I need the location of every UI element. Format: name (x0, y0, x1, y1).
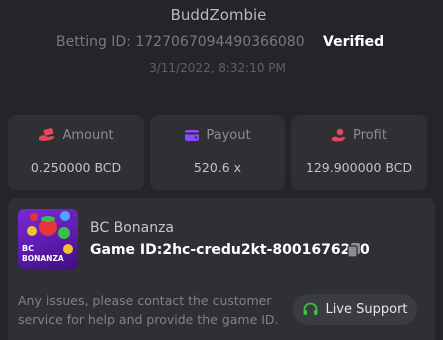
money-hand-icon (38, 128, 56, 146)
profit-hand-icon (331, 128, 347, 146)
game-card: BC BONANZA BC Bonanza Game ID:2hc-credu2… (8, 198, 435, 340)
payout-label: Payout (206, 128, 251, 143)
bet-details-page: BuddZombie Betting ID: 17270670944903660… (0, 0, 443, 340)
username: BuddZombie (170, 6, 267, 24)
game-name[interactable]: BC Bonanza (90, 220, 174, 236)
svg-text:BONANZA: BONANZA (22, 254, 64, 263)
amount-value: 0.250000 BCD (30, 160, 122, 175)
verified-badge: Verified (323, 34, 385, 50)
amount-label: Amount (62, 128, 114, 143)
betting-id-row: Betting ID: 1727067094490366080 Verified (56, 34, 384, 50)
svg-text:BC: BC (22, 244, 34, 253)
payout-card: Payout 520.6 x (150, 115, 285, 190)
headset-icon (302, 301, 319, 318)
live-support-label: Live Support (325, 302, 408, 317)
bet-timestamp: 3/11/2022, 8:32:10 PM (149, 61, 286, 75)
copy-icon[interactable] (347, 242, 361, 262)
betting-id: Betting ID: 1727067094490366080 (56, 34, 305, 50)
live-support-button[interactable]: Live Support (293, 294, 417, 325)
payout-value: 520.6 x (193, 160, 242, 175)
profit-card: Profit 129.900000 BCD (291, 115, 427, 190)
profit-label: Profit (353, 128, 387, 143)
support-notice: Any issues, please contact the customer … (18, 293, 279, 327)
game-id: Game ID:2hc-credu2kt-8001676230 (90, 242, 370, 258)
wallet-icon (184, 128, 200, 146)
amount-card: Amount 0.250000 BCD (8, 115, 144, 190)
profit-value: 129.900000 BCD (305, 160, 413, 175)
game-thumbnail[interactable]: BC BONANZA (18, 209, 78, 269)
